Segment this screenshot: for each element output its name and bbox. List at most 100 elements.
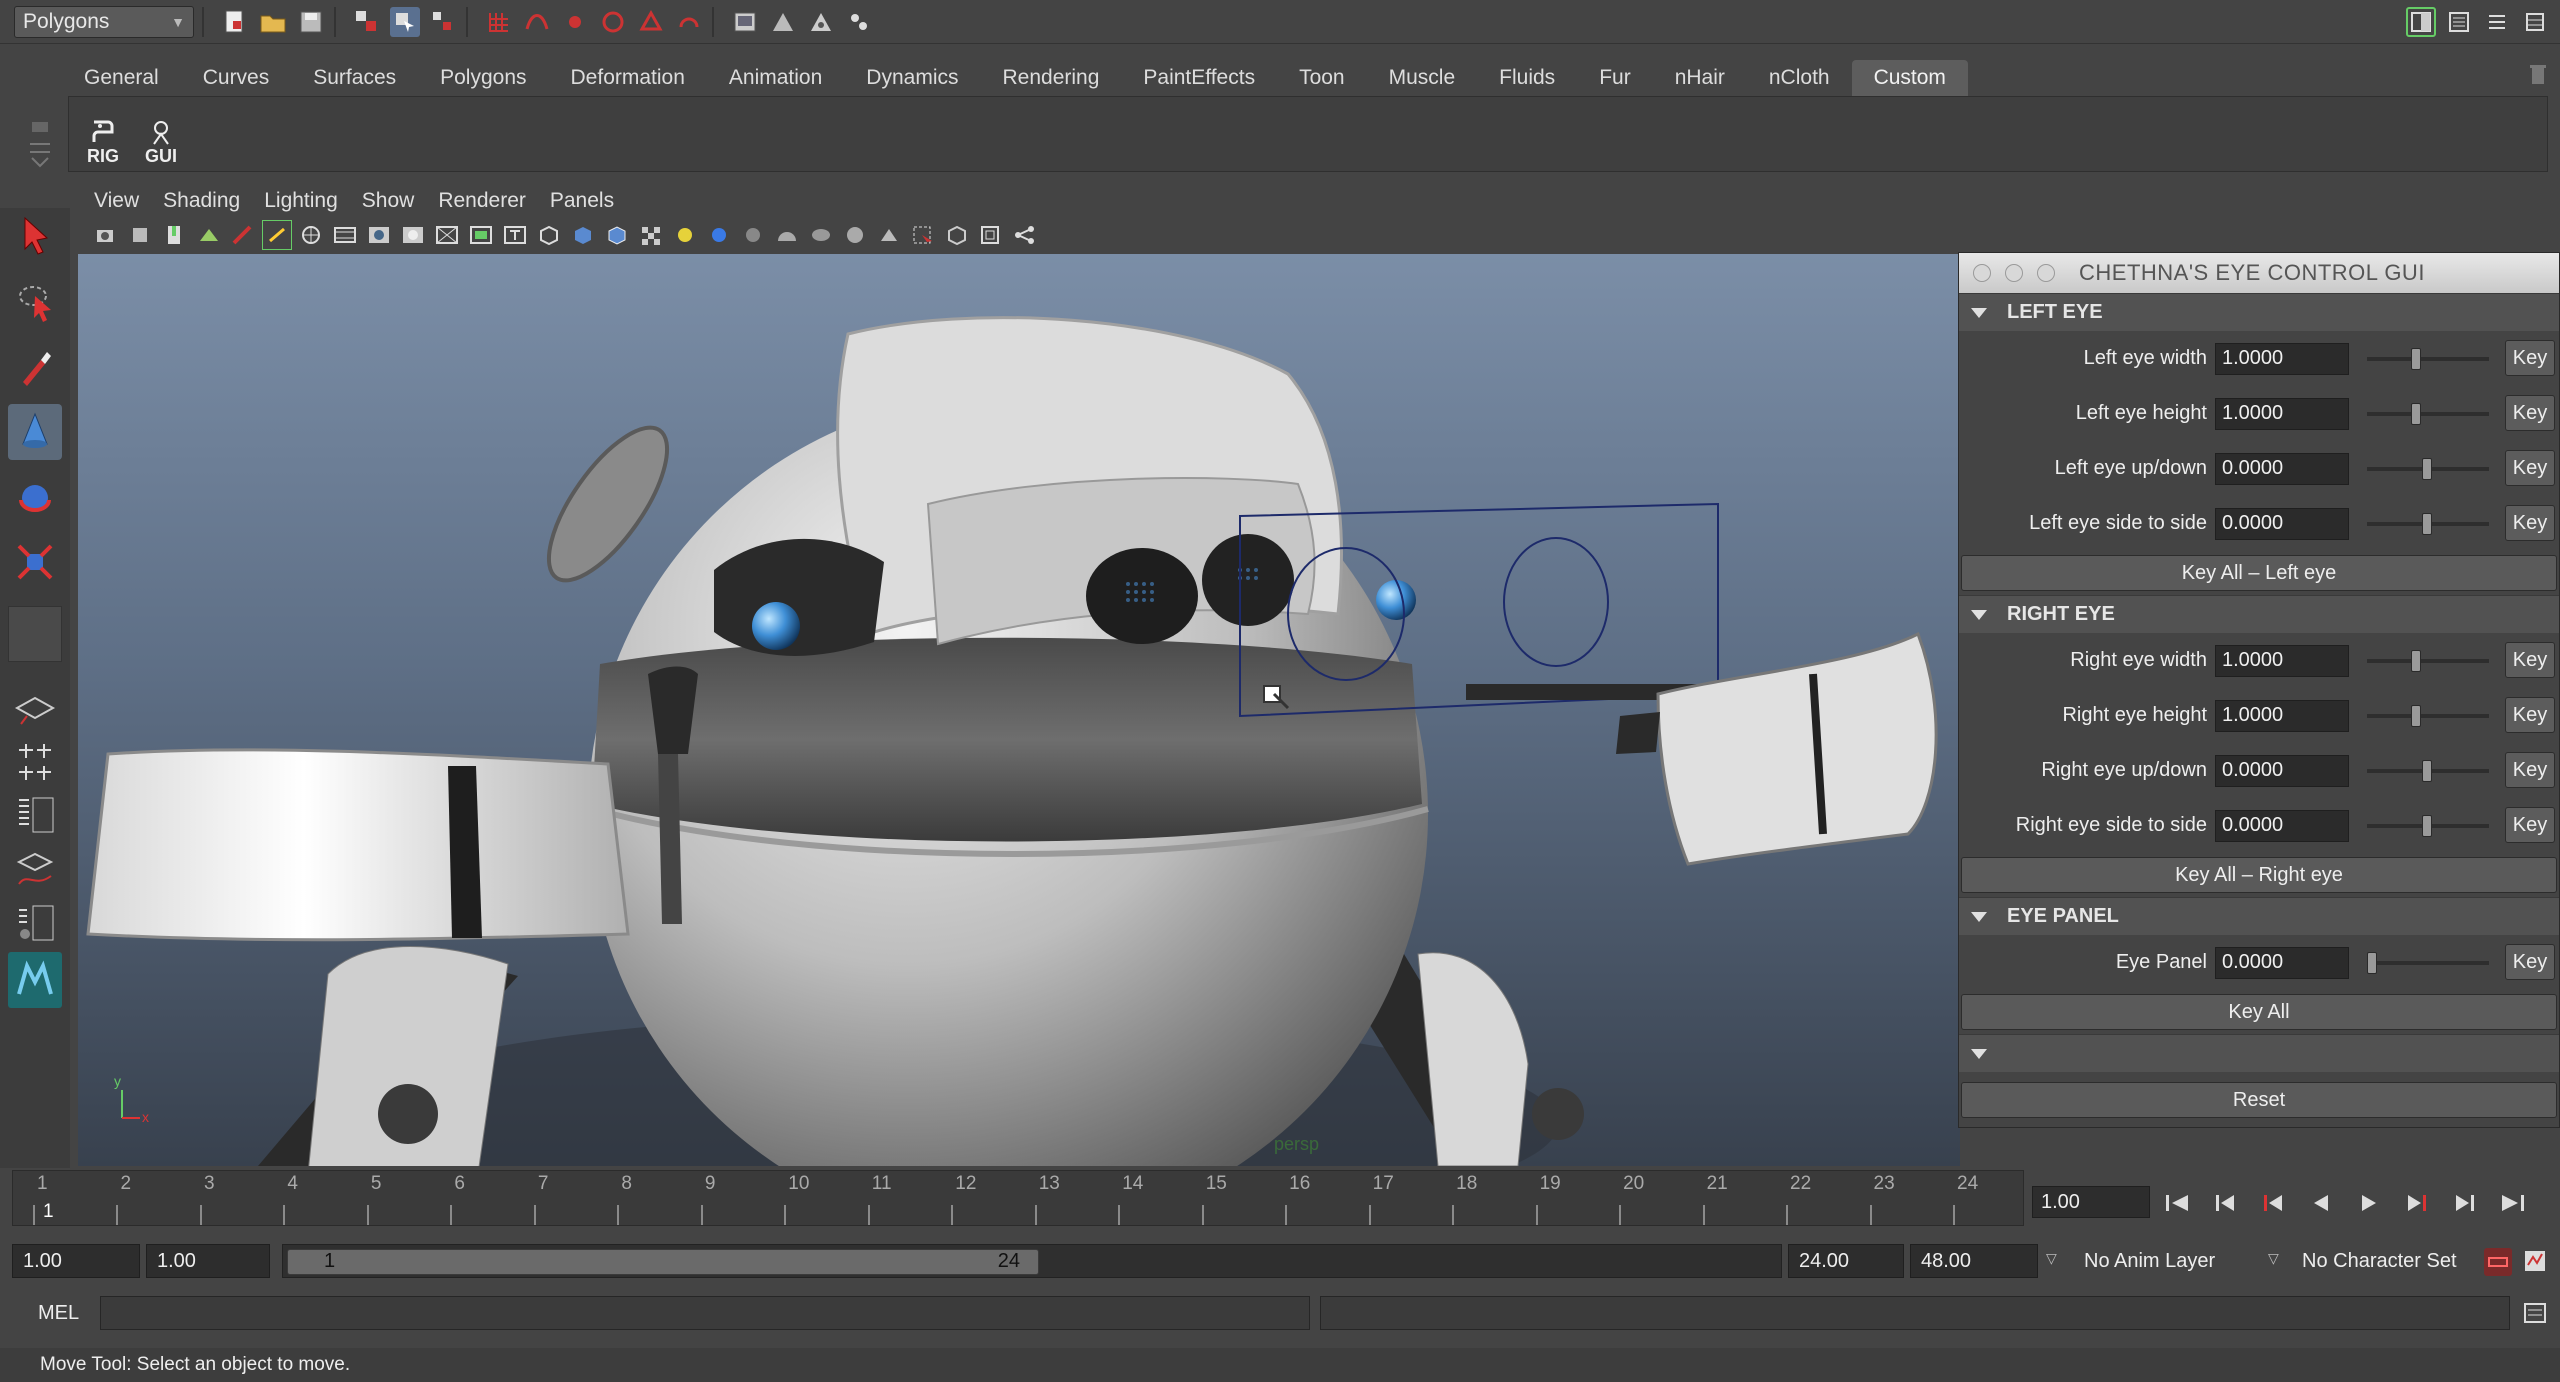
panel-menu-view[interactable]: View xyxy=(94,189,139,213)
slider-thumb[interactable] xyxy=(2422,815,2432,837)
shadows-icon[interactable] xyxy=(738,220,768,250)
shelf-tab-surfaces[interactable]: Surfaces xyxy=(291,60,418,96)
slider-track[interactable] xyxy=(2367,412,2489,416)
render-view-icon[interactable] xyxy=(730,7,760,37)
key-button[interactable]: Key xyxy=(2505,697,2555,733)
shelf-tab-ncloth[interactable]: nCloth xyxy=(1747,60,1852,96)
shelf-tab-curves[interactable]: Curves xyxy=(181,60,292,96)
shelf-tab-toon[interactable]: Toon xyxy=(1277,60,1367,96)
snap-grid-icon[interactable] xyxy=(484,7,514,37)
key-button[interactable]: Key xyxy=(2505,450,2555,486)
rotate-tool-icon[interactable] xyxy=(8,470,62,526)
snap-point-icon[interactable] xyxy=(560,7,590,37)
shelf-button-rig[interactable]: RIG xyxy=(77,101,129,167)
slider-value-field[interactable]: 0.0000 xyxy=(2215,754,2349,787)
character-set-label[interactable]: No Character Set xyxy=(2302,1250,2457,1273)
safe-title-icon[interactable] xyxy=(500,220,530,250)
anim-layer-label[interactable]: No Anim Layer xyxy=(2084,1250,2215,1273)
safe-action-icon[interactable] xyxy=(466,220,496,250)
command-input[interactable] xyxy=(100,1296,1310,1330)
frame-header-left-eye[interactable]: LEFT EYE xyxy=(1959,293,2559,331)
shelf-tab-general[interactable]: General xyxy=(62,60,181,96)
new-scene-icon[interactable] xyxy=(220,7,250,37)
slider-thumb[interactable] xyxy=(2411,348,2421,370)
mel-label[interactable]: MEL xyxy=(38,1302,79,1325)
go-to-start-icon[interactable] xyxy=(2160,1187,2194,1219)
xray-joints-icon[interactable] xyxy=(942,220,972,250)
slider-value-field[interactable]: 0.0000 xyxy=(2215,452,2349,485)
grease-pencil-icon[interactable] xyxy=(228,220,258,250)
wireframe-shading-icon[interactable] xyxy=(534,220,564,250)
slider-track[interactable] xyxy=(2367,961,2489,965)
outliner-persp-layout-icon[interactable] xyxy=(8,788,62,844)
four-view-layout-icon[interactable] xyxy=(8,734,62,790)
playback-end-field[interactable]: 24.00 xyxy=(1788,1244,1904,1278)
shelf-tab-polygons[interactable]: Polygons xyxy=(418,60,548,96)
shelf-tab-fur[interactable]: Fur xyxy=(1577,60,1653,96)
channel-box-icon[interactable] xyxy=(2520,7,2550,37)
gate-mask-icon[interactable] xyxy=(398,220,428,250)
shelf-menu-handle[interactable] xyxy=(22,60,58,170)
key-button[interactable]: Key xyxy=(2505,752,2555,788)
animation-end-field[interactable]: 48.00 xyxy=(1910,1244,2038,1278)
auto-key-icon[interactable] xyxy=(2484,1248,2512,1276)
menu-set-dropdown[interactable]: Polygons ▼ xyxy=(14,5,194,38)
select-tool-icon[interactable] xyxy=(8,208,62,264)
window-zoom-button[interactable] xyxy=(2037,264,2055,282)
move-tool-icon[interactable] xyxy=(8,404,62,460)
panel-menu-lighting[interactable]: Lighting xyxy=(264,189,338,213)
play-forwards-icon[interactable] xyxy=(2352,1187,2386,1219)
shelf-tab-dynamics[interactable]: Dynamics xyxy=(844,60,980,96)
panel-menu-panels[interactable]: Panels xyxy=(550,189,614,213)
shelf-tab-deformation[interactable]: Deformation xyxy=(549,60,707,96)
xray-icon[interactable] xyxy=(636,220,666,250)
shelf-button-gui[interactable]: GUI xyxy=(135,101,187,167)
single-perspective-layout-icon[interactable] xyxy=(8,680,62,736)
slider-track[interactable] xyxy=(2367,357,2489,361)
select-camera-icon[interactable] xyxy=(92,220,122,250)
ipr-render-icon[interactable] xyxy=(806,7,836,37)
smooth-shading-icon[interactable] xyxy=(568,220,598,250)
hypershade-persp-layout-icon[interactable] xyxy=(8,896,62,952)
animation-preferences-icon[interactable] xyxy=(2522,1248,2550,1276)
render-settings-icon[interactable] xyxy=(844,7,874,37)
slider-value-field[interactable]: 1.0000 xyxy=(2215,699,2349,732)
grid-toggle-icon[interactable] xyxy=(262,220,292,250)
shelf-tab-muscle[interactable]: Muscle xyxy=(1367,60,1478,96)
make-live-icon[interactable] xyxy=(674,7,704,37)
key-all-button[interactable]: Key All – Left eye xyxy=(1961,555,2557,591)
collapsed-frame-header[interactable] xyxy=(1959,1034,2559,1072)
key-all-button[interactable]: Key All – Right eye xyxy=(1961,857,2557,893)
panel-menu-shading[interactable]: Shading xyxy=(163,189,240,213)
current-time-field[interactable]: 1.00 xyxy=(2032,1186,2150,1218)
share-panel-icon[interactable] xyxy=(1010,220,1040,250)
chevron-down-icon[interactable]: ▽ xyxy=(2046,1250,2057,1267)
toggle-sidebar-icon[interactable] xyxy=(2406,6,2436,37)
motion-blur-icon[interactable] xyxy=(840,220,870,250)
isolate-select-icon[interactable] xyxy=(908,220,938,250)
anti-aliasing-icon[interactable] xyxy=(874,220,904,250)
key-button[interactable]: Key xyxy=(2505,340,2555,376)
panel-menu-show[interactable]: Show xyxy=(362,189,415,213)
shelf-tab-painteffects[interactable]: PaintEffects xyxy=(1121,60,1277,96)
frame-header-right-eye[interactable]: RIGHT EYE xyxy=(1959,595,2559,633)
playback-start-field[interactable]: 1.00 xyxy=(146,1244,270,1278)
shelf-tab-fluids[interactable]: Fluids xyxy=(1477,60,1577,96)
window-titlebar[interactable]: CHETHNA'S EYE CONTROL GUI xyxy=(1959,253,2559,293)
shelf-tab-animation[interactable]: Animation xyxy=(707,60,844,96)
frame-header-eye-panel[interactable]: EYE PANEL xyxy=(1959,897,2559,935)
camera-attributes-icon[interactable] xyxy=(126,220,156,250)
lasso-tool-icon[interactable] xyxy=(8,274,62,330)
slider-track[interactable] xyxy=(2367,714,2489,718)
slider-value-field[interactable]: 1.0000 xyxy=(2215,397,2349,430)
key-button[interactable]: Key xyxy=(2505,505,2555,541)
slider-value-field[interactable]: 0.0000 xyxy=(2215,507,2349,540)
key-button[interactable]: Key xyxy=(2505,807,2555,843)
slider-thumb[interactable] xyxy=(2422,458,2432,480)
high-quality-icon[interactable] xyxy=(772,220,802,250)
time-slider[interactable]: 1 1 2 3 4 5 6 7 8 9 10 11 12 13 14 15 16 17 18 19 20 21 22 23 2… xyxy=(12,1170,2024,1226)
wireframe-on-shaded-icon[interactable] xyxy=(602,220,632,250)
image-plane-icon[interactable] xyxy=(194,220,224,250)
slider-thumb[interactable] xyxy=(2422,760,2432,782)
select-component-icon[interactable] xyxy=(428,7,458,37)
